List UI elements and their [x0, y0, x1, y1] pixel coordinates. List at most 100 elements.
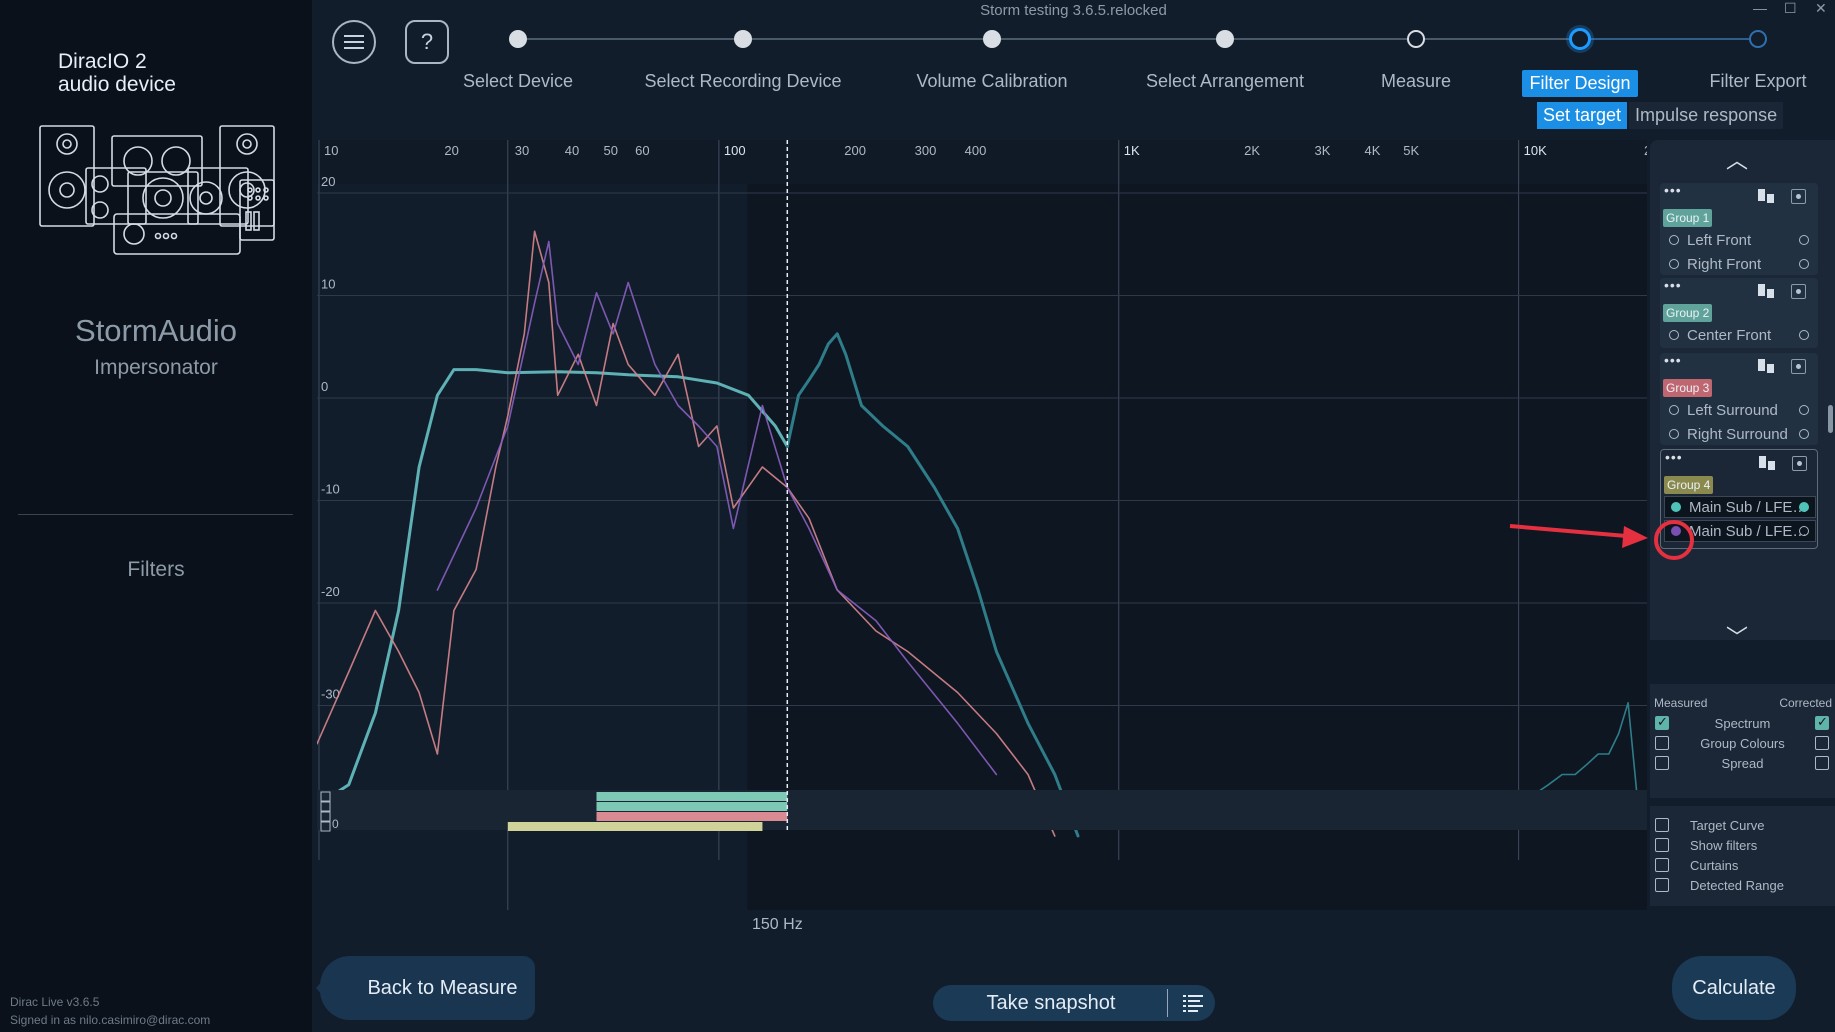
- back-to-measure-button[interactable]: Back to Measure: [316, 956, 535, 1020]
- toggle-checkbox[interactable]: [1655, 818, 1669, 832]
- channel-select-icon[interactable]: [1799, 235, 1809, 245]
- x-tick-label: 5K: [1403, 143, 1419, 158]
- channel-label: Center Front: [1687, 326, 1772, 344]
- group-link-icon[interactable]: [1759, 456, 1775, 470]
- step-dot: [1569, 28, 1591, 50]
- channel-row[interactable]: Left Surround: [1663, 399, 1815, 421]
- hamburger-menu-button[interactable]: [332, 20, 376, 64]
- groups-scrollbar[interactable]: [1828, 405, 1833, 433]
- group-settings-icon[interactable]: [1792, 456, 1807, 471]
- group-card[interactable]: ••• Group 4 Main Sub / LFE… Main Sub / LFE…: [1660, 449, 1818, 549]
- main-area: Storm testing 3.6.5.relocked — ☐ ✕ ? Sel…: [312, 0, 1835, 1032]
- group-badge: Group 4: [1664, 476, 1714, 494]
- step-dot: [1216, 30, 1234, 48]
- x-tick-label: 1K: [1124, 143, 1140, 158]
- tab-impulse-response[interactable]: Impulse response: [1629, 102, 1784, 129]
- channel-row[interactable]: Left Front: [1663, 229, 1815, 251]
- group-menu-icon[interactable]: •••: [1664, 353, 1684, 369]
- corrected-checkbox[interactable]: [1815, 714, 1829, 730]
- step-label: Select Device: [462, 71, 574, 91]
- y-tick-label: -20: [321, 584, 340, 599]
- step-label: Select Arrangement: [1145, 71, 1305, 91]
- channel-dot-icon: [1671, 526, 1681, 536]
- group-menu-icon[interactable]: •••: [1664, 183, 1684, 199]
- channel-dot-icon: [1669, 259, 1679, 269]
- channel-select-icon[interactable]: [1799, 330, 1809, 340]
- step-select-recording-device[interactable]: Select Recording Device: [623, 28, 863, 95]
- toggle-checkbox[interactable]: [1655, 858, 1669, 872]
- frequency-response-chart[interactable]: 1020304050601002003004001K2K3K4K5K10K20K…: [317, 140, 1647, 910]
- range-bar: [507, 822, 763, 831]
- minimize-icon[interactable]: —: [1753, 0, 1767, 16]
- step-label: Select Recording Device: [644, 71, 842, 91]
- group-card[interactable]: ••• Group 1 Left Front Right Front: [1660, 183, 1818, 275]
- group-link-icon[interactable]: [1758, 284, 1774, 298]
- brand-subtitle: Impersonator: [94, 356, 218, 379]
- take-snapshot-button[interactable]: Take snapshot: [933, 985, 1215, 1021]
- toggle-checkbox[interactable]: [1655, 838, 1669, 852]
- x-tick-label: 200: [844, 143, 866, 158]
- step-select-device[interactable]: Select Device: [398, 28, 638, 95]
- range-bar-label: 0: [332, 817, 339, 831]
- group-settings-icon[interactable]: [1791, 284, 1806, 299]
- option-label: Group Colours: [1700, 736, 1785, 751]
- tab-set-target[interactable]: Set target: [1537, 102, 1628, 129]
- channel-label: Right Front: [1687, 255, 1762, 273]
- channel-row[interactable]: Right Front: [1663, 253, 1815, 275]
- group-settings-icon[interactable]: [1791, 359, 1806, 374]
- chart-canvas[interactable]: 1020304050601002003004001K2K3K4K5K10K20K…: [317, 140, 1647, 910]
- channel-select-icon[interactable]: [1799, 502, 1809, 512]
- version-info: Dirac Live v3.6.5 Signed in as nilo.casi…: [10, 993, 210, 1029]
- toggle-label: Show filters: [1690, 838, 1758, 853]
- channel-select-icon[interactable]: [1799, 405, 1809, 415]
- view-toggles-panel: Target Curve Show filters Curtains Detected…: [1650, 806, 1835, 906]
- x-tick-label: 10K: [1524, 143, 1547, 158]
- channel-select-icon[interactable]: [1799, 526, 1809, 536]
- group-menu-icon[interactable]: •••: [1665, 450, 1685, 466]
- group-card[interactable]: ••• Group 2 Center Front: [1660, 278, 1818, 348]
- scroll-up-icon[interactable]: ︿: [1650, 143, 1824, 175]
- channel-row[interactable]: Center Front: [1663, 324, 1815, 346]
- group-card[interactable]: ••• Group 3 Left Surround Right Surround: [1660, 353, 1818, 445]
- maximize-icon[interactable]: ☐: [1784, 0, 1797, 17]
- channel-dot-icon: [1669, 405, 1679, 415]
- device-name: DiracIO 2 audio device: [58, 50, 176, 96]
- signed-in-label: Signed in as nilo.casimiro@dirac.com: [10, 1013, 211, 1027]
- corrected-checkbox[interactable]: [1815, 736, 1829, 750]
- corrected-header: Corrected: [1779, 696, 1832, 710]
- channel-row[interactable]: Right Surround: [1663, 423, 1815, 445]
- snapshot-list-icon[interactable]: [1183, 994, 1203, 1012]
- group-link-icon[interactable]: [1758, 359, 1774, 373]
- group-settings-icon[interactable]: [1791, 189, 1806, 204]
- x-tick-label: 2K: [1244, 143, 1260, 158]
- toggle-label: Target Curve: [1690, 818, 1765, 833]
- toggle-checkbox[interactable]: [1655, 878, 1669, 892]
- group-menu-icon[interactable]: •••: [1664, 278, 1684, 294]
- cursor-frequency-label: 150 Hz: [752, 916, 803, 933]
- step-volume-calibration[interactable]: Volume Calibration: [872, 28, 1112, 95]
- step-filter-export[interactable]: Filter Export: [1638, 28, 1835, 95]
- toggle-label: Detected Range: [1690, 878, 1784, 893]
- scroll-down-icon[interactable]: ﹀: [1650, 620, 1824, 652]
- channel-row[interactable]: Main Sub / LFE…: [1664, 520, 1816, 542]
- step-dot: [1407, 30, 1425, 48]
- group-link-icon[interactable]: [1758, 189, 1774, 203]
- channel-select-icon[interactable]: [1799, 259, 1809, 269]
- measured-header: Measured: [1654, 696, 1708, 710]
- close-icon[interactable]: ✕: [1815, 0, 1827, 17]
- corrected-checkbox[interactable]: [1815, 756, 1829, 770]
- x-tick-label: 100: [724, 143, 746, 158]
- channel-select-icon[interactable]: [1799, 429, 1809, 439]
- sidebar-item-filters[interactable]: Filters: [0, 558, 312, 582]
- range-bar: [596, 812, 788, 821]
- speakers-illustration: [39, 125, 275, 255]
- calculate-button[interactable]: Calculate: [1672, 956, 1796, 1020]
- version-label: Dirac Live v3.6.5: [10, 995, 100, 1009]
- y-tick-label: -10: [321, 482, 340, 497]
- x-tick-label: 4K: [1364, 143, 1380, 158]
- y-tick-label: 10: [321, 277, 335, 292]
- x-tick-label: 10: [324, 143, 338, 158]
- brand-title: StormAudio: [75, 313, 237, 348]
- channel-dot-icon: [1669, 235, 1679, 245]
- channel-row[interactable]: Main Sub / LFE…: [1664, 496, 1816, 518]
